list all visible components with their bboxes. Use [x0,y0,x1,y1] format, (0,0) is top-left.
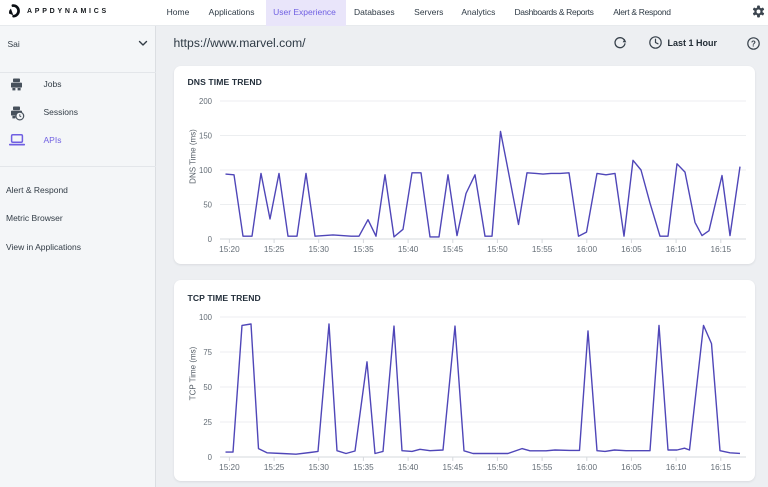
svg-text:15:20: 15:20 [219,245,240,254]
svg-text:0: 0 [208,235,213,244]
svg-text:15:55: 15:55 [532,463,553,472]
svg-text:TCP Time (ms): TCP Time (ms) [189,346,198,400]
svg-text:15:20: 15:20 [219,463,240,472]
svg-text:16:15: 16:15 [711,463,732,472]
svg-text:50: 50 [203,382,212,391]
svg-text:15:40: 15:40 [398,245,419,254]
svg-text:DNS Time (ms): DNS Time (ms) [189,129,198,184]
svg-text:150: 150 [199,131,213,140]
svg-text:16:05: 16:05 [621,245,642,254]
svg-text:75: 75 [203,347,212,356]
svg-text:15:55: 15:55 [532,245,553,254]
svg-text:15:50: 15:50 [487,245,508,254]
svg-text:15:35: 15:35 [353,463,374,472]
svg-text:0: 0 [208,452,213,461]
svg-text:16:10: 16:10 [666,245,687,254]
svg-text:15:45: 15:45 [443,245,464,254]
svg-text:16:05: 16:05 [621,463,642,472]
svg-text:100: 100 [199,166,213,175]
svg-text:16:00: 16:00 [577,245,598,254]
svg-text:15:50: 15:50 [487,463,508,472]
svg-text:25: 25 [203,417,212,426]
svg-text:15:25: 15:25 [264,463,285,472]
svg-text:15:30: 15:30 [308,245,329,254]
svg-text:15:25: 15:25 [264,245,285,254]
svg-text:15:45: 15:45 [443,463,464,472]
svg-text:16:00: 16:00 [577,463,598,472]
svg-text:16:15: 16:15 [711,245,732,254]
svg-text:16:10: 16:10 [666,463,687,472]
svg-text:100: 100 [199,312,213,321]
svg-text:15:40: 15:40 [398,463,419,472]
svg-text:?: ? [751,39,756,48]
svg-text:50: 50 [203,200,212,209]
svg-text:15:30: 15:30 [308,463,329,472]
svg-text:15:35: 15:35 [353,245,374,254]
svg-text:200: 200 [199,97,213,106]
